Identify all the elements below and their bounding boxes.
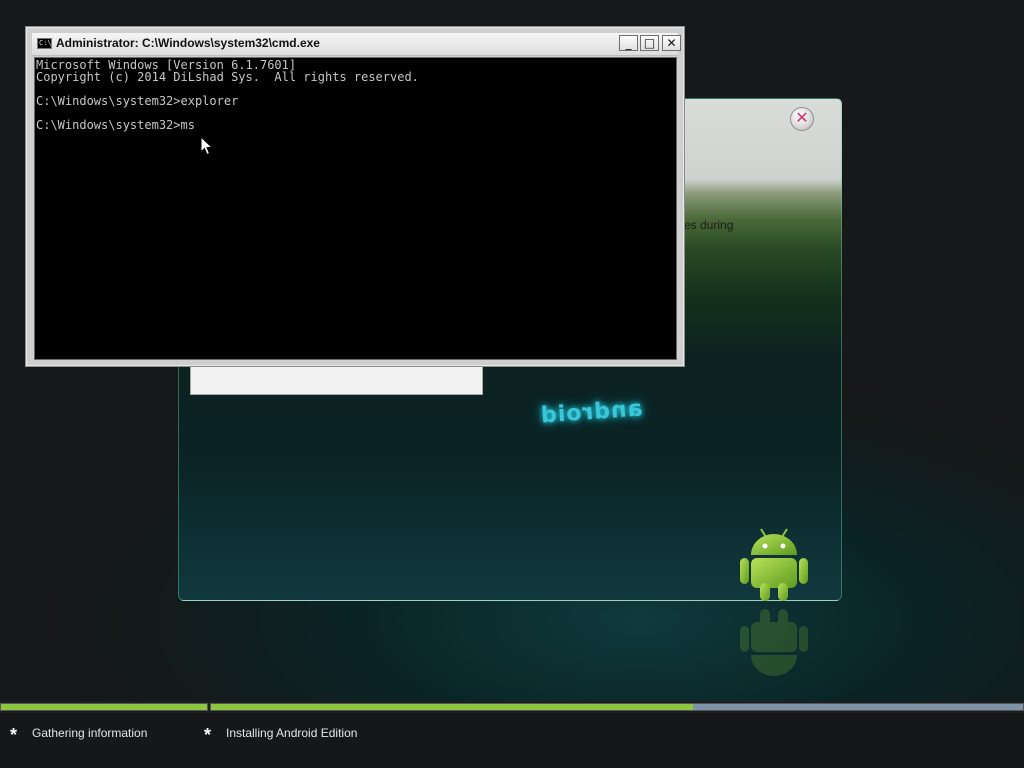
setup-dialog-text: es during — [684, 218, 734, 232]
setup-close-button[interactable]: ✕ — [790, 107, 814, 131]
step-bullet-icon: * — [204, 725, 212, 745]
console-input-line[interactable]: C:\Windows\system32>ms — [36, 119, 676, 131]
progress-fill-installing — [211, 704, 693, 710]
cmd-window-title: Administrator: C:\Windows\system32\cmd.e… — [56, 36, 320, 50]
close-button[interactable]: ✕ — [662, 35, 681, 51]
progress-bar-gathering — [0, 703, 208, 711]
console-line: Copyright (c) 2014 DiLshad Sys. All righ… — [36, 70, 419, 84]
console-icon[interactable]: C:\ — [37, 38, 52, 49]
maximize-button[interactable]: □ — [640, 35, 659, 51]
console-output[interactable]: Microsoft Windows [Version 6.1.7601] Cop… — [34, 57, 677, 360]
cmd-window: C:\ Administrator: C:\Windows\system32\c… — [25, 26, 685, 367]
minimize-button[interactable]: _ — [619, 35, 638, 51]
step-label: Installing Android Edition — [226, 726, 358, 740]
cmd-titlebar[interactable]: C:\ Administrator: C:\Windows\system32\c… — [32, 33, 681, 56]
setup-text-field[interactable] — [190, 365, 483, 395]
console-line: C:\Windows\system32>explorer — [36, 94, 239, 108]
mouse-pointer-icon — [200, 136, 214, 156]
progress-fill-gathering — [1, 704, 207, 710]
android-robot-icon — [740, 528, 808, 601]
install-progress — [0, 701, 1024, 713]
progress-bar-installing — [210, 703, 1024, 711]
step-installing-android: * Installing Android Edition — [204, 725, 357, 746]
android-robot-reflection — [740, 609, 808, 676]
step-bullet-icon: * — [10, 725, 18, 745]
setup-status-bar: * Gathering information * Installing Andro… — [0, 713, 1024, 768]
step-label: Gathering information — [32, 726, 148, 740]
step-gathering-information: * Gathering information — [10, 725, 147, 746]
